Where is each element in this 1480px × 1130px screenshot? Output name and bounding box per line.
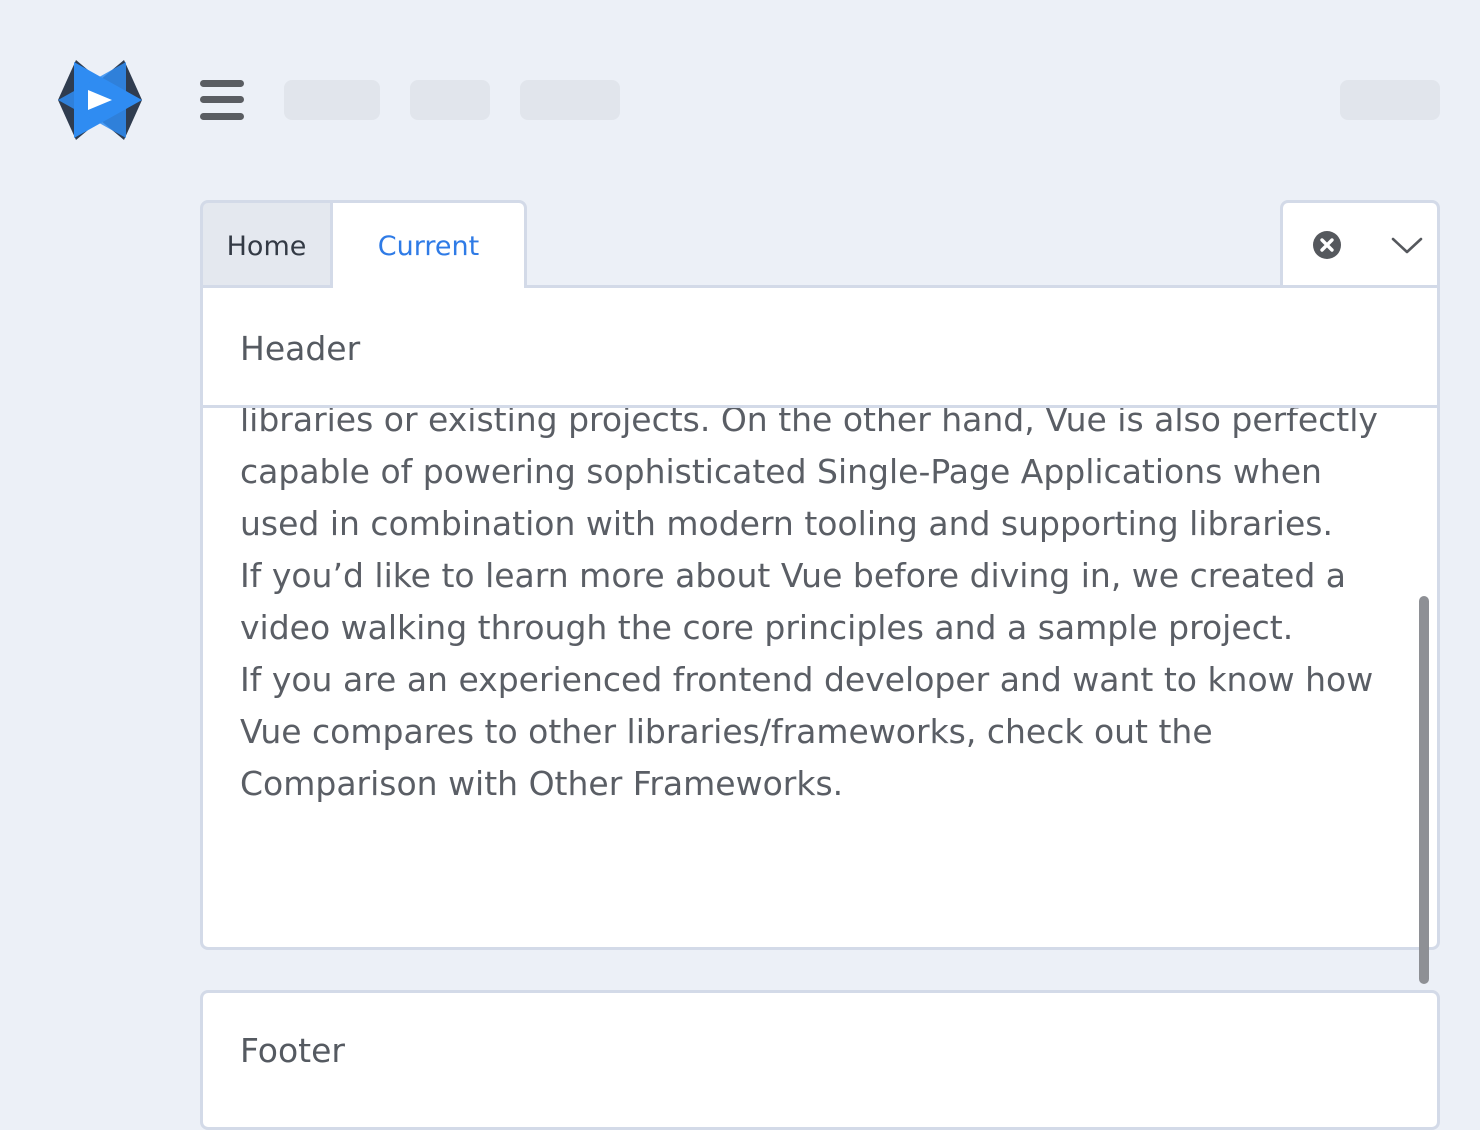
close-circle-icon[interactable] (1312, 230, 1342, 260)
paragraph: If you’d like to learn more about Vue be… (240, 556, 1346, 647)
chevron-down-icon[interactable] (1391, 233, 1423, 257)
nav-placeholder-2 (410, 80, 490, 120)
nav-placeholder-1 (284, 80, 380, 120)
tab-actions (1280, 200, 1440, 288)
paragraph: If you are an experienced frontend devel… (240, 660, 1374, 803)
tab-bar: Home Current (200, 200, 1440, 291)
footer: Footer (200, 990, 1440, 1130)
header-action-placeholder (1340, 80, 1440, 120)
tab-current[interactable]: Current (330, 200, 527, 291)
vertical-scrollbar[interactable] (1419, 596, 1429, 984)
panel-body-text: libraries or existing projects. On the o… (240, 408, 1397, 810)
nav-placeholder-3 (520, 80, 620, 120)
panel-header: Header (203, 288, 1437, 408)
hamburger-menu-icon[interactable] (200, 80, 244, 120)
scrollable-content[interactable]: libraries or existing projects. On the o… (203, 408, 1437, 947)
tab-home[interactable]: Home (200, 200, 333, 288)
content-panel: Header libraries or existing projects. O… (200, 285, 1440, 950)
paragraph: libraries or existing projects. On the o… (240, 408, 1378, 543)
app-logo-icon[interactable] (54, 58, 146, 142)
